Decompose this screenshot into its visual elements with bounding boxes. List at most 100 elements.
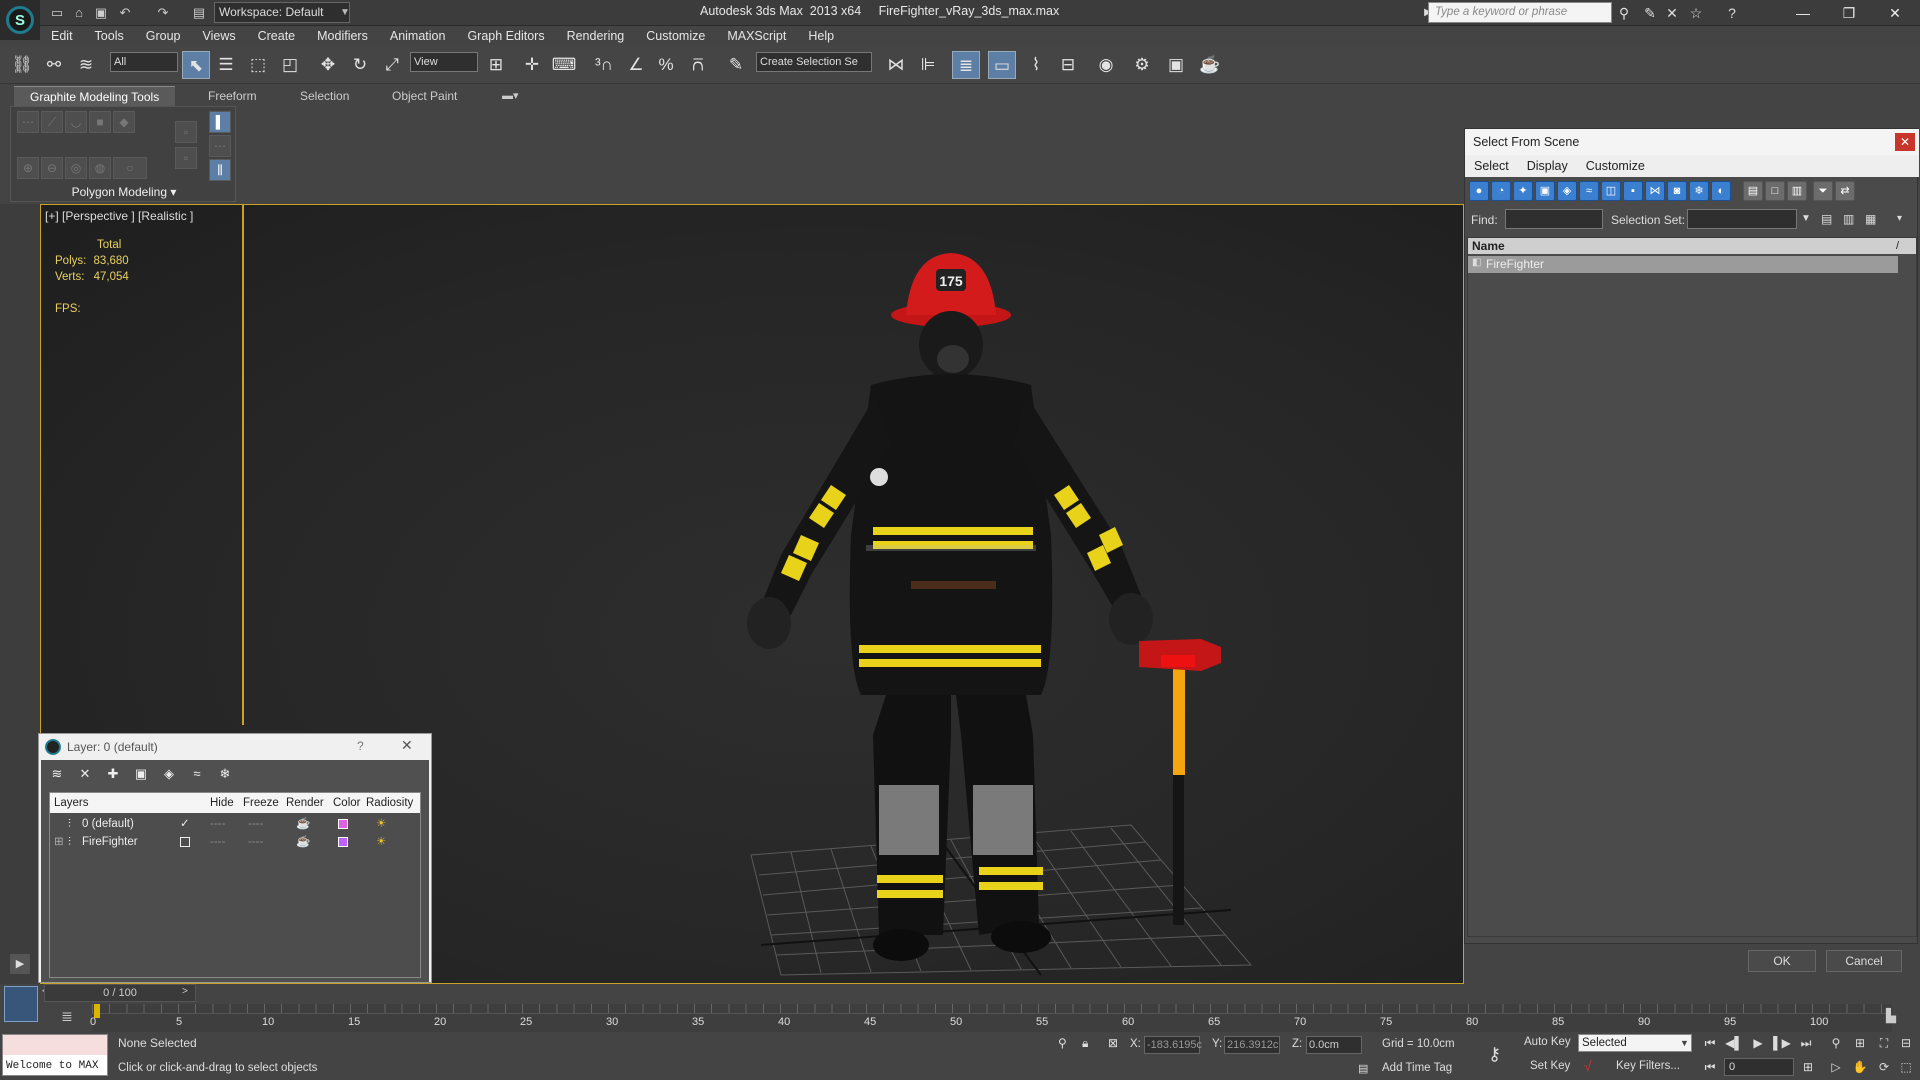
select-and-rotate-icon[interactable]: ↻ (346, 51, 374, 79)
polygon-modeling-dropdown[interactable]: Polygon Modeling ▾ (11, 185, 237, 199)
rectangular-selection-icon[interactable]: ⬚ (244, 51, 272, 79)
open-file-icon[interactable]: ⌂ (70, 4, 88, 22)
find-input[interactable] (1505, 209, 1603, 229)
minimize-button[interactable]: — (1780, 0, 1826, 26)
dialog-options-icon[interactable]: ▾ (1897, 213, 1911, 229)
display-none-icon[interactable]: □ (1765, 181, 1785, 201)
next-frame-arrow-icon[interactable]: > (182, 986, 192, 1002)
field-of-view-icon[interactable]: ▷ (1826, 1058, 1846, 1076)
undo-icon[interactable]: ↶ (116, 4, 134, 22)
freeze-unfreeze-all-icon[interactable]: ❄ (215, 764, 235, 784)
time-configuration-icon[interactable]: ⊞ (1798, 1058, 1818, 1076)
edit-vertex-icon[interactable]: ⋯ (17, 111, 39, 133)
loop-icon[interactable]: ◎ (65, 157, 87, 179)
radiosity-icon[interactable]: ☀ (376, 833, 386, 851)
filter-icon[interactable]: ⏷ (1813, 181, 1833, 201)
menu-modifiers[interactable]: Modifiers (306, 26, 379, 46)
favorites-star-icon[interactable]: ☆ (1686, 3, 1706, 23)
column-layers[interactable]: Layers (54, 793, 89, 813)
rendered-frame-window-icon[interactable]: ▣ (1162, 51, 1190, 79)
selection-set-remove-icon[interactable]: ▦ (1865, 209, 1885, 229)
show-end-result-icon[interactable]: ⋯ (209, 135, 231, 157)
shapes-filter-icon[interactable]: ◔ (1491, 181, 1511, 201)
menu-group[interactable]: Group (135, 26, 192, 46)
app-menu-button[interactable]: S (0, 0, 40, 40)
isolate-selection-icon[interactable]: ⚲ (1058, 1036, 1067, 1050)
track-bar[interactable]: 0 5 10 15 20 25 30 35 40 45 50 55 60 65 70 75 80 85 90 95 10… (90, 1004, 1892, 1032)
modify-mode-icon[interactable]: ⫼ (209, 159, 231, 181)
freeze-toggle[interactable]: ---- (248, 815, 263, 833)
chevron-down-icon[interactable]: ▼ (338, 2, 352, 23)
go-to-start-icon[interactable]: ⏮ (1700, 1034, 1720, 1052)
geometry-filter-icon[interactable]: ● (1469, 181, 1489, 201)
viewport-label[interactable]: [+] [Perspective ] [Realistic ] (45, 209, 193, 223)
render-teapot-icon[interactable]: ☕ (296, 833, 310, 851)
layer-color-swatch[interactable] (338, 819, 348, 829)
next-frame-icon[interactable]: ▌▶ (1772, 1034, 1792, 1052)
zoom-extents-icon[interactable]: ⛶ (1874, 1034, 1894, 1052)
layer-row-firefighter[interactable]: ⊞ ⫶ FireFighter ---- ---- ☕ ☀ (50, 833, 420, 851)
tab-object-paint[interactable]: Object Paint (392, 86, 457, 106)
layer-manager-icon[interactable]: ≣ (952, 51, 980, 79)
menu-tools[interactable]: Tools (84, 26, 135, 46)
curve-editor-icon[interactable]: ⌇ (1022, 51, 1050, 79)
orbit-icon[interactable]: ⟳ (1874, 1058, 1894, 1076)
chevron-down-icon[interactable]: ▼ (1680, 1034, 1692, 1052)
ribbon-options-icon[interactable]: ▬▾ (502, 86, 519, 106)
expand-track-bar-icon[interactable]: ▶ (10, 954, 30, 974)
save-icon[interactable]: ▣ (92, 4, 110, 22)
ring-icon[interactable]: ◍ (89, 157, 111, 179)
delete-layer-icon[interactable]: ✕ (75, 764, 95, 784)
subscription-icon[interactable]: ✎ (1640, 3, 1660, 23)
bones-filter-icon[interactable]: ⋈ (1645, 181, 1665, 201)
cameras-filter-icon[interactable]: ▣ (1535, 181, 1555, 201)
help-icon[interactable]: ? (1722, 3, 1742, 23)
zoom-icon[interactable]: ⚲ (1826, 1034, 1846, 1052)
select-and-scale-icon[interactable]: ⤢ (378, 51, 406, 79)
render-setup-icon[interactable]: ⚙ (1128, 51, 1156, 79)
window-crossing-icon[interactable]: ◰ (276, 51, 304, 79)
edit-polygon-icon[interactable]: ■ (89, 111, 111, 133)
keyboard-shortcut-override-icon[interactable]: ⌨ (550, 51, 578, 79)
zoom-extents-all-icon[interactable]: ⊟ (1896, 1034, 1916, 1052)
select-manipulate-icon[interactable]: ✛ (518, 51, 546, 79)
project-folder-icon[interactable]: ▤ (190, 4, 208, 22)
tab-freeform[interactable]: Freeform (208, 86, 257, 106)
zoom-all-icon[interactable]: ⊞ (1850, 1034, 1870, 1052)
menu-customize[interactable]: Customize (1577, 155, 1654, 177)
maxscript-listener[interactable]: Welcome to MAX (2, 1034, 108, 1076)
z-coordinate-input[interactable]: 0.0cm (1306, 1036, 1362, 1054)
new-file-icon[interactable]: ▭ (48, 4, 66, 22)
hide-toggle[interactable]: ---- (210, 833, 225, 851)
maxscript-output[interactable]: Welcome to MAX (3, 1057, 107, 1075)
snaps-toggle-icon[interactable]: ³∩ (590, 51, 618, 79)
selection-set-key-dropdown[interactable]: Selected (1578, 1034, 1692, 1052)
list-item[interactable]: FireFighter (1468, 256, 1898, 273)
viewport-layout-icon[interactable] (4, 986, 38, 1022)
highlight-layer-icon[interactable]: ◈ (159, 764, 179, 784)
chevron-down-icon[interactable]: ▼ (1801, 209, 1813, 229)
hide-toggle[interactable]: ---- (210, 815, 225, 833)
spinner-snap-icon[interactable]: ⩃ (684, 51, 712, 79)
schematic-view-icon[interactable]: ⊟ (1054, 51, 1082, 79)
ignore-backfacing-icon[interactable]: ▫ (175, 147, 197, 169)
key-mode-toggle-icon[interactable]: ⏮ (1700, 1058, 1720, 1076)
hidden-filter-icon[interactable]: ◐ (1711, 181, 1731, 201)
play-icon[interactable]: ▶ (1748, 1034, 1768, 1052)
time-tag-icon[interactable]: ▤ (1358, 1062, 1368, 1075)
new-layer-icon[interactable]: ≋ (47, 764, 67, 784)
menu-display[interactable]: Display (1518, 155, 1577, 177)
y-coordinate-input[interactable]: 216.3912c (1224, 1036, 1280, 1054)
active-layer-checkbox[interactable] (180, 837, 190, 847)
default-in-out-tangent-icon[interactable]: √ (1584, 1058, 1592, 1074)
percent-snap-icon[interactable]: % (652, 51, 680, 79)
active-layer-checkmark[interactable]: ✓ (180, 815, 190, 833)
menu-views[interactable]: Views (191, 26, 246, 46)
maximize-viewport-icon[interactable]: ⬚ (1896, 1058, 1916, 1076)
set-key-button[interactable]: Set Key (1530, 1060, 1570, 1072)
mirror-icon[interactable]: ⋈ (882, 51, 910, 79)
sort-icon[interactable]: / (1896, 238, 1908, 254)
menu-graph-editors[interactable]: Graph Editors (456, 26, 555, 46)
expand-icon[interactable]: ⊞ (54, 833, 64, 851)
auto-key-button[interactable]: Auto Key (1524, 1036, 1571, 1048)
